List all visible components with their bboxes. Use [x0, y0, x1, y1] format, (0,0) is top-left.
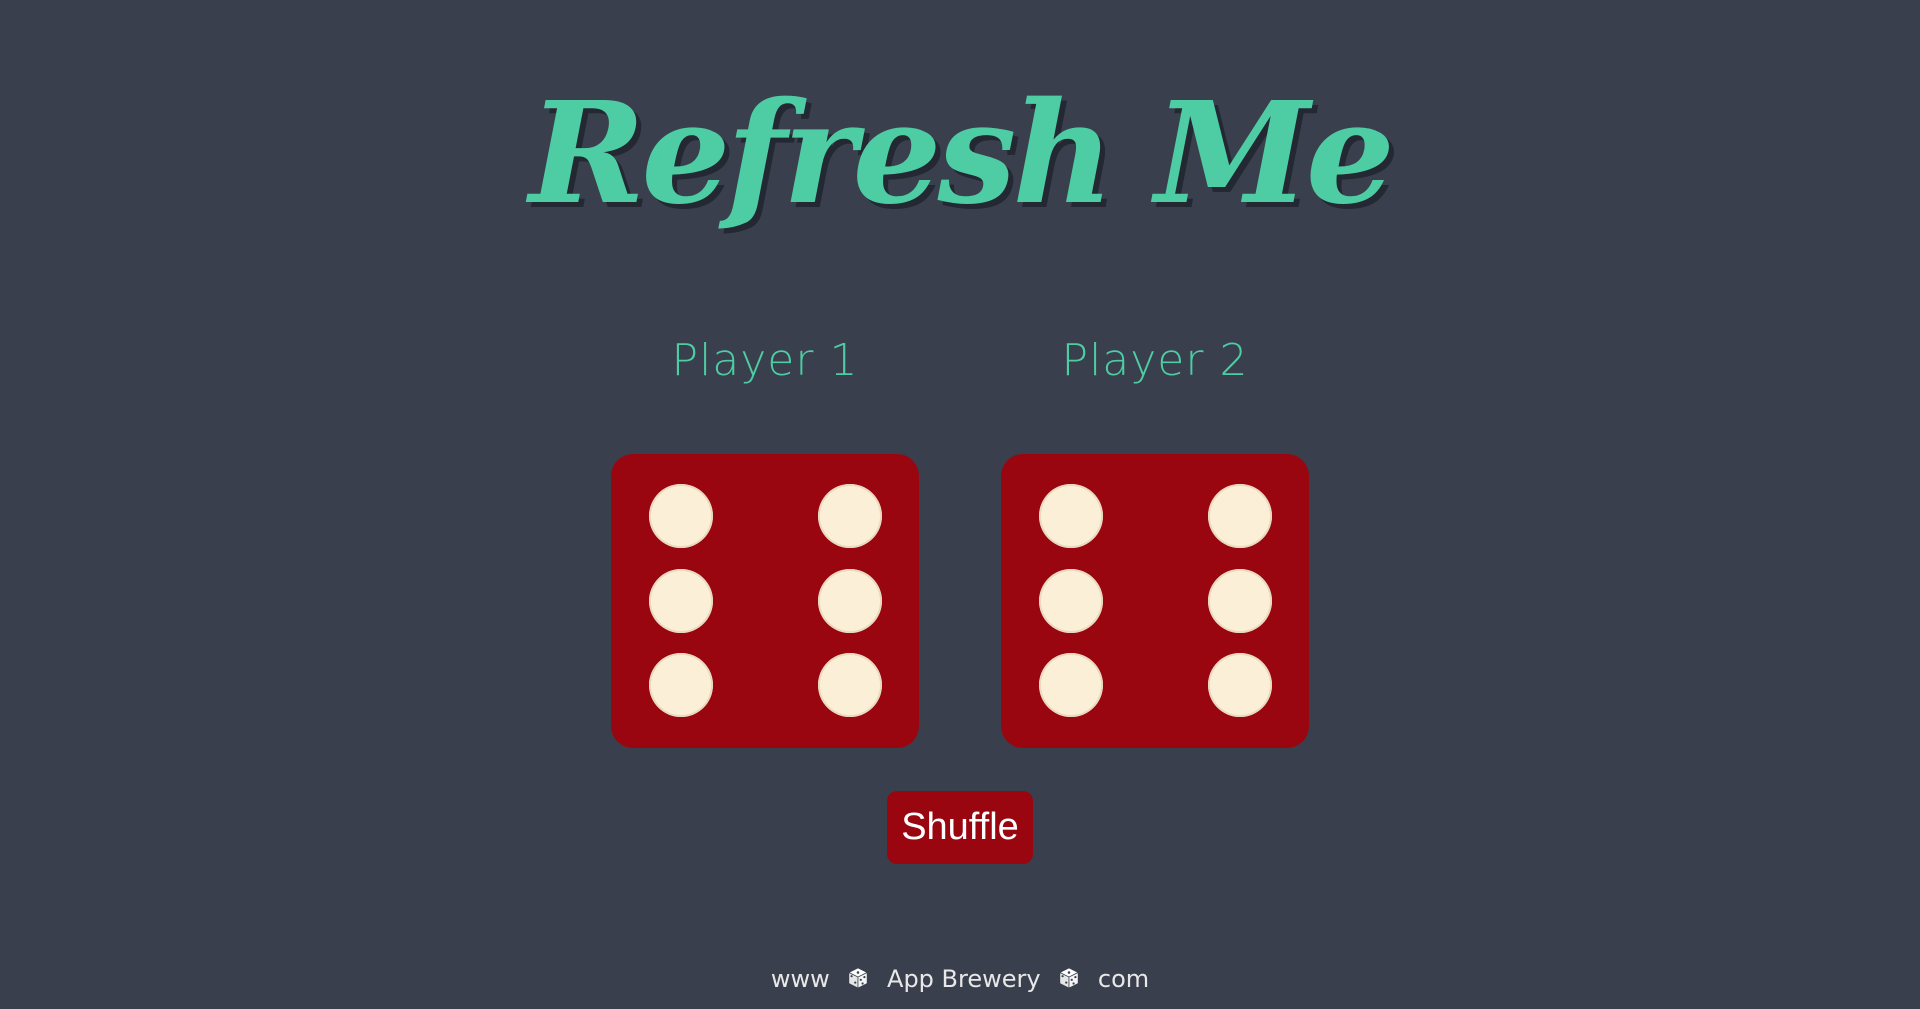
player-2-die: [1001, 454, 1309, 748]
die-pip: [1208, 569, 1272, 633]
dice-icon: [1059, 967, 1080, 989]
footer-com: com: [1097, 965, 1150, 993]
die-pip: [649, 484, 713, 548]
page-title: Refresh Me: [529, 72, 1395, 236]
footer-www: www: [770, 965, 830, 993]
dice-icon: [848, 967, 869, 989]
die-pip: [818, 653, 882, 717]
die-pip: [649, 653, 713, 717]
die-pip: [1208, 653, 1272, 717]
die-pip: [1208, 484, 1272, 548]
footer: www App Brewery com: [0, 958, 1920, 999]
player-1-die: [611, 454, 919, 748]
player-2-label: Player 2: [1061, 335, 1249, 386]
footer-app-brewery: App Brewery: [887, 965, 1041, 993]
player-1-label: Player 1: [671, 335, 859, 386]
shuffle-button[interactable]: Shuffle: [887, 791, 1033, 864]
die-pip: [649, 569, 713, 633]
die-pip: [818, 569, 882, 633]
die-pip: [1039, 653, 1103, 717]
die-pip: [818, 484, 882, 548]
die-pip: [1039, 569, 1103, 633]
die-pip: [1039, 484, 1103, 548]
